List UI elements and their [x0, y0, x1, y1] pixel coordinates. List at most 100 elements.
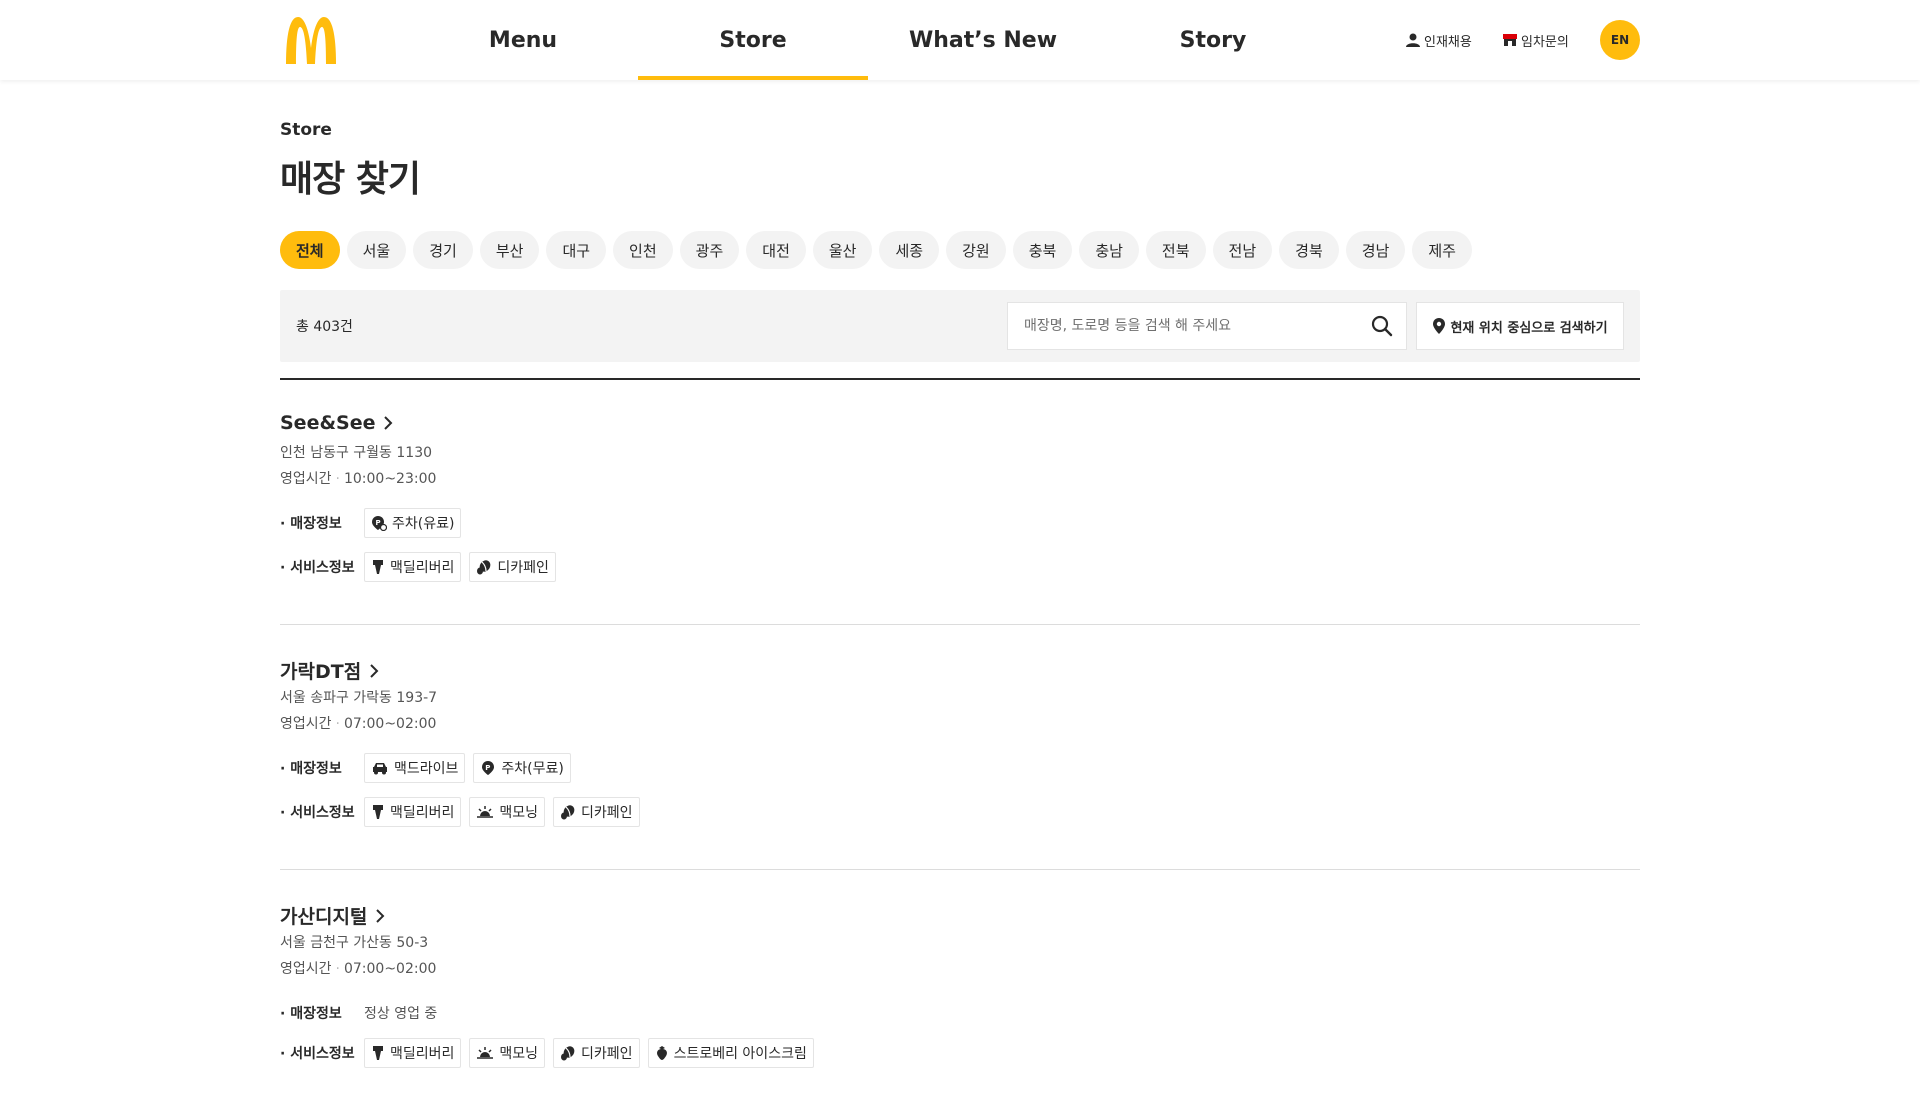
region-sejong[interactable]: 세종 — [879, 231, 940, 269]
list-item: 가락DT점 서울 송파구 가락동 193-7 영업시간 · 07:00~02:00 … — [280, 625, 1640, 870]
strawberry-icon — [656, 1046, 667, 1060]
list-item: See&See 인천 남동구 구월동 1130 영업시간 · 10:00~23:00… — [280, 380, 1640, 625]
store-name: 가락DT점 — [280, 661, 362, 683]
service-tag-label: 디카페인 — [497, 560, 549, 576]
person-icon — [1406, 33, 1420, 47]
service-tag-label: 스트로베리 아이스크림 — [673, 1046, 807, 1062]
hours-label: 영업시간 — [280, 471, 332, 487]
chevron-right-icon — [384, 416, 393, 430]
store-flag-icon — [1503, 34, 1517, 46]
service-tag: 맥모닝 — [469, 1038, 546, 1068]
region-gwangju[interactable]: 광주 — [679, 231, 740, 269]
service-tag-label: 맥딜리버리 — [390, 805, 455, 821]
service-tag: 디카페인 — [469, 552, 556, 582]
search-button[interactable] — [1358, 303, 1406, 349]
store-tag: P 주차(유료) — [364, 508, 462, 538]
region-gangwon[interactable]: 강원 — [946, 231, 1006, 269]
page-title: 매장 찾기 — [280, 159, 421, 200]
result-count: 총 403건 — [296, 319, 353, 335]
mcdonalds-logo-icon[interactable] — [282, 14, 340, 66]
store-name: See&See — [280, 412, 376, 434]
region-jeju[interactable]: 제주 — [1412, 231, 1472, 269]
region-jeonnam[interactable]: 전남 — [1212, 231, 1273, 269]
service-tag-label: 맥딜리버리 — [390, 1046, 455, 1062]
store-name-link[interactable]: 가락DT점 — [280, 657, 379, 684]
store-tag: 맥드라이브 — [364, 753, 466, 783]
recruit-link[interactable]: 인재채용 — [1405, 0, 1472, 80]
region-filter: 전체 서울 경기 부산 대구 인천 광주 대전 울산 세종 강원 충북 충남 전… — [280, 231, 1479, 269]
store-info-row: · 매장정보 정상 영업 중 — [280, 998, 437, 1028]
nav-whats-new[interactable]: What’s New — [868, 0, 1098, 80]
chevron-right-icon — [376, 908, 385, 923]
delivery-icon — [373, 560, 383, 574]
store-info-label: · 매장정보 — [280, 1006, 342, 1022]
region-gyeongnam[interactable]: 경남 — [1345, 231, 1406, 269]
region-jeonbuk[interactable]: 전북 — [1145, 231, 1206, 269]
service-info-label: · 서비스정보 — [280, 805, 355, 821]
decaf-icon — [561, 1046, 575, 1061]
region-seoul[interactable]: 서울 — [346, 231, 407, 269]
store-info-row: · 매장정보 맥드라이브 P 주차(무료) — [280, 753, 579, 783]
store-name-link[interactable]: See&See — [280, 412, 393, 434]
breadcrumb: Store — [280, 120, 332, 140]
service-tag: 맥딜리버리 — [364, 797, 462, 827]
store-name-link[interactable]: 가산디지털 — [280, 902, 385, 929]
site-header: Menu Store What’s New Story 인재채용 임차문의 EN — [0, 0, 1920, 80]
nav-menu[interactable]: Menu — [408, 0, 638, 80]
search-icon — [1371, 315, 1393, 337]
decaf-icon — [477, 560, 491, 575]
service-info-row: · 서비스정보 맥딜리버리 디카페인 — [280, 552, 564, 582]
service-info-label: · 서비스정보 — [280, 1046, 355, 1062]
store-tag: P 주차(무료) — [473, 753, 571, 783]
morning-icon — [477, 1047, 494, 1059]
store-hours: 영업시간 · 07:00~02:00 — [280, 961, 437, 977]
hours-label: 영업시간 — [280, 716, 332, 732]
region-daegu[interactable]: 대구 — [546, 231, 607, 269]
drive-thru-icon — [373, 763, 387, 775]
region-daejeon[interactable]: 대전 — [746, 231, 806, 269]
service-info-row: · 서비스정보 맥딜리버리 맥모닝 디카페인 — [280, 797, 648, 827]
morning-icon — [477, 806, 494, 818]
location-pin-icon — [1433, 318, 1446, 334]
store-list: See&See 인천 남동구 구월동 1130 영업시간 · 10:00~23:00… — [280, 378, 1640, 1115]
region-gyeongbuk[interactable]: 경북 — [1279, 231, 1339, 269]
region-ulsan[interactable]: 울산 — [812, 231, 873, 269]
search-input[interactable] — [1008, 303, 1358, 349]
nav-store[interactable]: Store — [638, 0, 868, 80]
svg-text:P: P — [376, 519, 381, 527]
region-all[interactable]: 전체 — [280, 231, 340, 269]
service-tag: 맥딜리버리 — [364, 552, 462, 582]
search-box — [1007, 302, 1407, 350]
lease-inquiry-link[interactable]: 임차문의 — [1502, 0, 1569, 80]
parking-paid-icon: P — [372, 516, 387, 531]
region-chungbuk[interactable]: 충북 — [1012, 231, 1073, 269]
language-toggle[interactable]: EN — [1600, 20, 1640, 60]
delivery-icon — [373, 805, 383, 819]
region-gyeonggi[interactable]: 경기 — [413, 231, 473, 269]
recruit-label: 인재채용 — [1424, 34, 1472, 50]
service-tag-label: 맥모닝 — [499, 805, 539, 821]
search-bar: 총 403건 현재 위치 중심으로 검색하기 — [280, 290, 1640, 362]
nav-story[interactable]: Story — [1098, 0, 1328, 80]
region-busan[interactable]: 부산 — [479, 231, 540, 269]
store-hours: 영업시간 · 10:00~23:00 — [280, 471, 437, 487]
store-info-label: · 매장정보 — [280, 761, 342, 777]
region-chungnam[interactable]: 충남 — [1079, 231, 1139, 269]
service-info-label: · 서비스정보 — [280, 560, 355, 576]
current-location-search-button[interactable]: 현재 위치 중심으로 검색하기 — [1416, 302, 1624, 350]
store-info-row: · 매장정보 P 주차(유료) — [280, 508, 469, 538]
decaf-icon — [561, 805, 575, 820]
lease-label: 임차문의 — [1521, 34, 1569, 50]
service-tag: 맥딜리버리 — [364, 1038, 462, 1068]
store-hours: 영업시간 · 07:00~02:00 — [280, 716, 437, 732]
store-name: 가산디지털 — [280, 906, 368, 928]
region-incheon[interactable]: 인천 — [613, 231, 673, 269]
store-tag-label: 주차(유료) — [392, 516, 455, 532]
service-info-row: · 서비스정보 맥딜리버리 맥모닝 디카페인 스트로베리 아이스크림 — [280, 1038, 822, 1068]
service-tag: 디카페인 — [553, 1038, 640, 1068]
chevron-right-icon — [370, 663, 379, 678]
hours-label: 영업시간 — [280, 961, 332, 977]
list-item: 가산디지털 서울 금천구 가산동 50-3 영업시간 · 07:00~02:00 ·… — [280, 870, 1640, 1115]
service-tag: 디카페인 — [553, 797, 640, 827]
parking-free-icon: P — [482, 761, 495, 775]
